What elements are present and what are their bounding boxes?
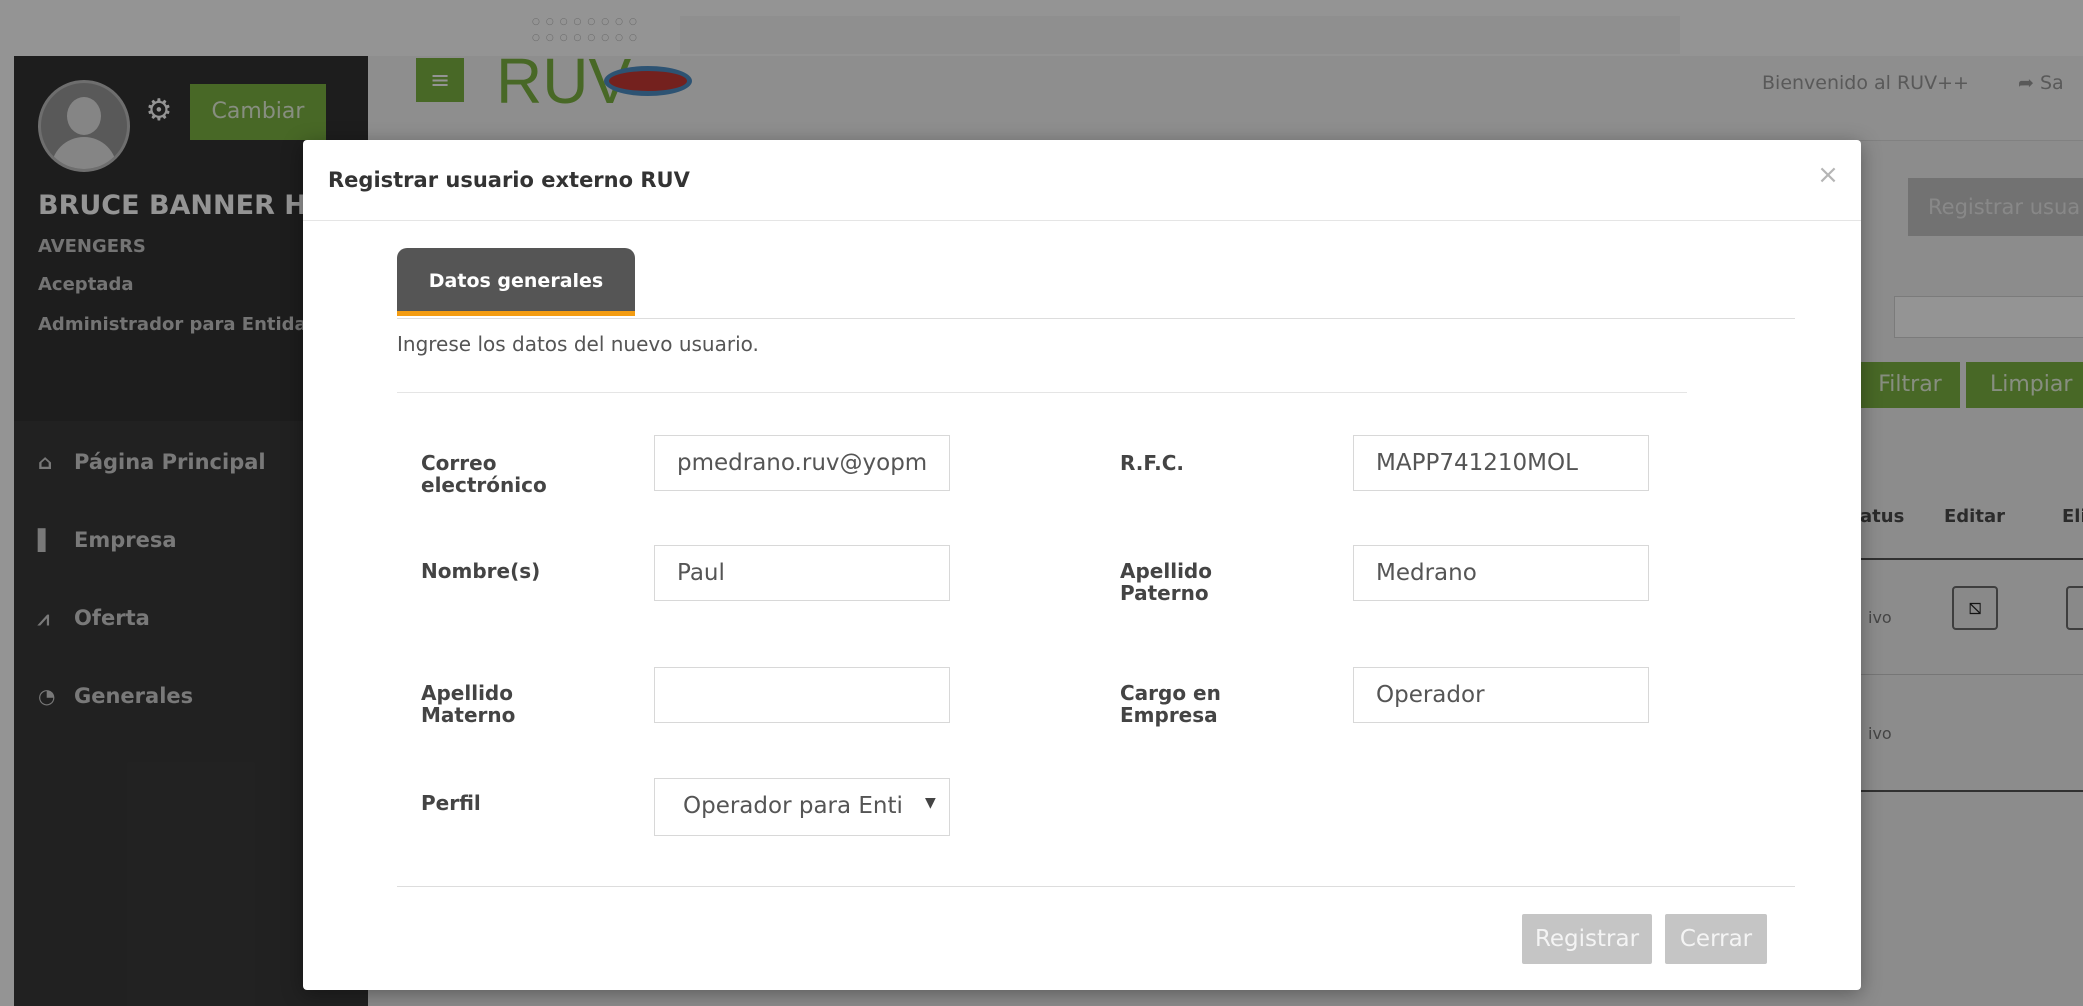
register-button[interactable]: Registrar [1522,914,1652,964]
rfc-field[interactable] [1353,435,1649,491]
tab-general-data[interactable]: Datos generales [397,248,635,316]
form-divider [397,392,1687,393]
profile-select[interactable]: Operador para Entidad Ejecutora ▼ [654,778,950,836]
paternal-surname-label: Apellido Paterno [1120,559,1212,605]
profile-label: Perfil [421,791,481,815]
modal-divider [303,220,1861,221]
position-label: Cargo en Empresa [1120,681,1221,727]
footer-divider [397,886,1795,887]
register-user-modal: Registrar usuario externo RUV × Datos ge… [303,140,1861,990]
email-field[interactable] [654,435,950,491]
rfc-label: R.F.C. [1120,451,1184,475]
modal-title: Registrar usuario externo RUV [328,168,690,192]
paternal-surname-field[interactable] [1353,545,1649,601]
first-name-field[interactable] [654,545,950,601]
form-instructions: Ingrese los datos del nuevo usuario. [397,332,759,356]
maternal-surname-label: Apellido Materno [421,681,516,727]
maternal-surname-field[interactable] [654,667,950,723]
email-label: Correo electrónico [421,451,547,497]
profile-select-value: Operador para Entidad Ejecutora [683,793,903,819]
position-field[interactable] [1353,667,1649,723]
tab-divider [397,318,1795,319]
first-name-label: Nombre(s) [421,559,541,583]
cancel-button[interactable]: Cerrar [1665,914,1767,964]
chevron-down-icon: ▼ [925,795,936,811]
close-icon[interactable]: × [1813,160,1843,190]
